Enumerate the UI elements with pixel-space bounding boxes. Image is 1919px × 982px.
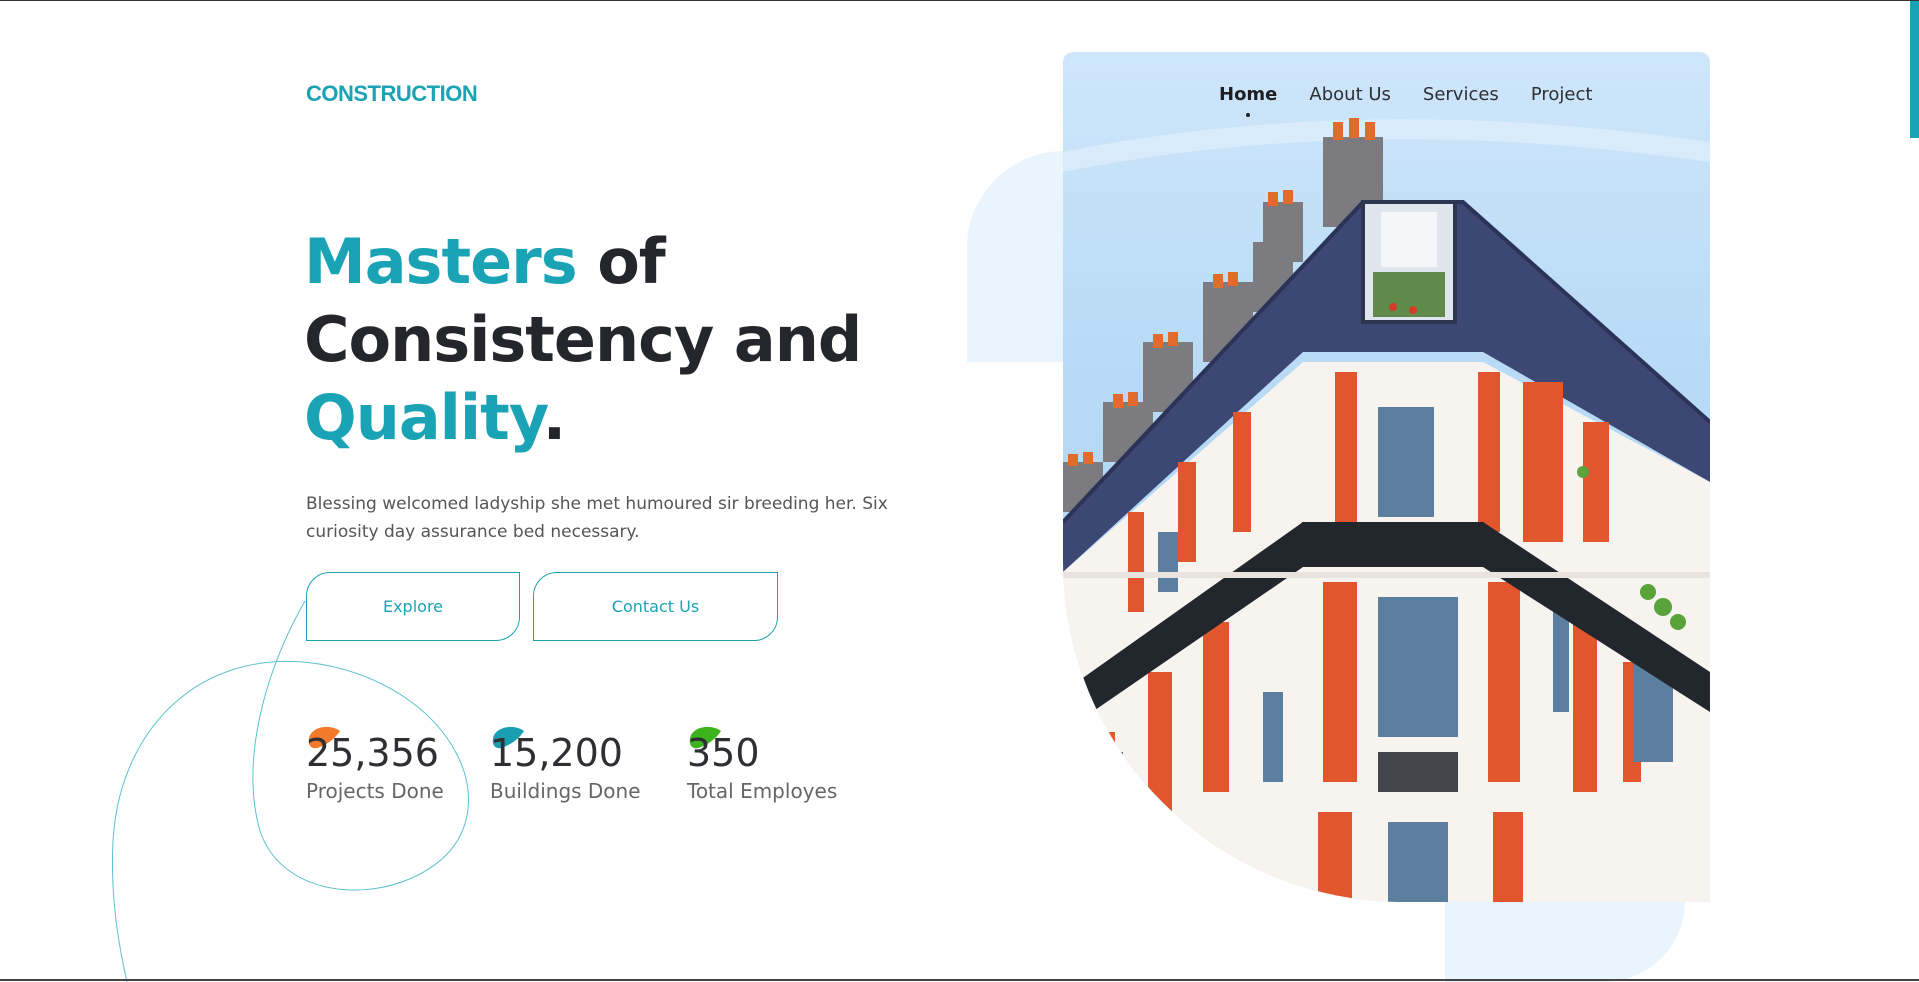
logo[interactable]: CONSTRUCTION — [306, 81, 478, 107]
headline-text: of — [576, 225, 666, 298]
stat-label: Projects Done — [306, 779, 444, 803]
stat-value: 350 — [687, 731, 760, 775]
headline-period: . — [542, 381, 567, 454]
hero-building-image — [1063, 52, 1710, 902]
headline-accent: Masters — [304, 225, 578, 298]
scroll-indicator — [1910, 1, 1919, 138]
explore-button[interactable]: Explore — [306, 572, 520, 641]
stat-label: Buildings Done — [490, 779, 641, 803]
stat-value: 15,200 — [490, 731, 623, 775]
main-nav: Home About Us Services Project — [1219, 84, 1593, 117]
headline-text: Consistency and — [304, 303, 862, 376]
building-illustration — [1063, 118, 1710, 902]
contact-us-button[interactable]: Contact Us — [533, 572, 778, 641]
stat-projects-done: 25,356 Projects Done — [306, 725, 444, 803]
nav-item-project[interactable]: Project — [1531, 84, 1593, 105]
page-title: Masters of Consistency and Quality. — [304, 223, 924, 457]
nav-item-home[interactable]: Home — [1219, 84, 1277, 117]
decorative-shape — [967, 151, 1064, 362]
decorative-shape — [1445, 901, 1685, 982]
stat-buildings-done: 15,200 Buildings Done — [490, 725, 641, 803]
stat-value: 25,356 — [306, 731, 439, 775]
nav-item-services[interactable]: Services — [1423, 84, 1499, 105]
stat-total-employees: 350 Total Employes — [687, 725, 837, 803]
nav-item-about-us[interactable]: About Us — [1309, 84, 1391, 105]
headline-accent: Quality — [304, 381, 544, 454]
hero-description: Blessing welcomed ladyship she met humou… — [306, 494, 888, 542]
stat-label: Total Employes — [687, 779, 838, 803]
landing-page: CONSTRUCTION Masters of Consistency and … — [0, 1, 1919, 982]
